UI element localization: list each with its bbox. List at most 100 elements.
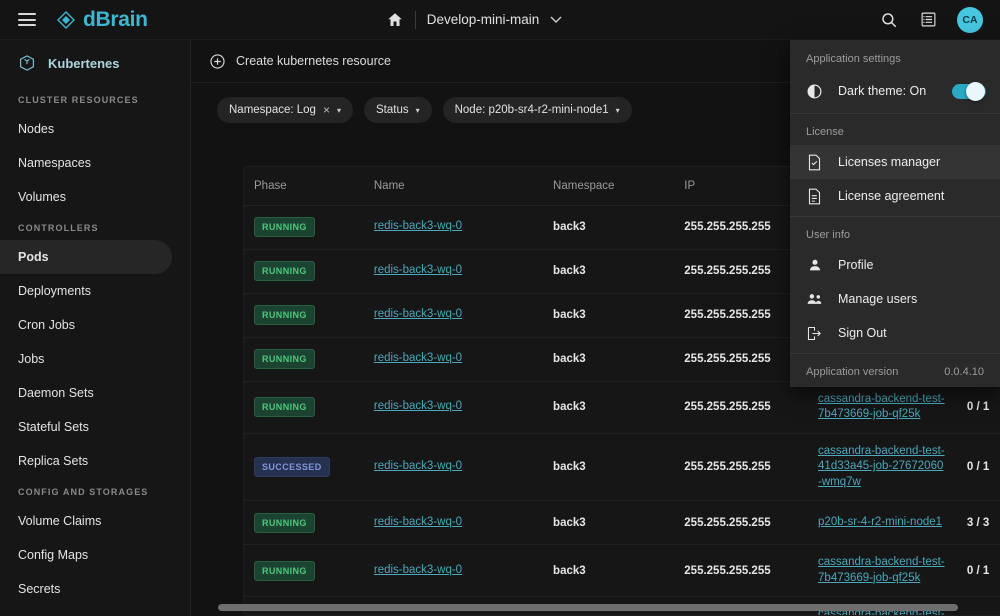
dark-theme-switch[interactable]: [952, 81, 986, 101]
column-header-name[interactable]: Name: [363, 167, 544, 206]
cell-namespace: back3: [543, 205, 675, 250]
cell-name: redis-back3-wq-0: [363, 337, 544, 382]
cell-node: cassandra-backend-test-7b473669-job-qf25…: [808, 381, 957, 434]
sidebar-item-cron-jobs[interactable]: Cron Jobs: [0, 308, 172, 342]
sidebar-nav: CLUSTER RESOURCES Nodes Namespaces Volumes C…: [0, 86, 190, 616]
scrollbar-thumb[interactable]: [218, 604, 958, 611]
filter-chip-0[interactable]: Namespace: Log × ▾: [217, 97, 353, 123]
sidebar-item-nodes[interactable]: Nodes: [0, 112, 172, 146]
cell-ip: 255.255.255.255: [674, 337, 809, 382]
sidebar-item-label: Replica Sets: [18, 454, 89, 468]
sidebar-item-deployments[interactable]: Deployments: [0, 274, 172, 308]
cell-node: cassandra-backend-test-7b473669-job-qf25…: [808, 544, 957, 598]
sidebar-item-volumes[interactable]: Volumes: [0, 180, 172, 214]
sidebar-item-config-maps[interactable]: Config Maps: [0, 538, 172, 572]
menu-item-label: Profile: [838, 258, 874, 272]
menu-item-manage-users[interactable]: Manage users: [790, 282, 1000, 316]
table-row[interactable]: RUNNING redis-back3-wq-0 back3 255.255.255.…: [244, 544, 1000, 598]
column-header-phase[interactable]: Phase: [244, 167, 364, 206]
horizontal-scrollbar[interactable]: [218, 604, 988, 611]
filter-chip-label: Node: p20b-sr4-r2-mini-node1: [454, 104, 609, 116]
dark-theme-toggle-row[interactable]: Dark theme: On: [790, 72, 1000, 110]
cell-ready: 0 / 1: [956, 433, 1000, 502]
document-icon: [806, 188, 823, 205]
pod-name-link[interactable]: redis-back3-wq-0: [374, 307, 462, 323]
pod-name-link[interactable]: redis-back3-wq-0: [374, 515, 462, 531]
sidebar-item-namespaces[interactable]: Namespaces: [0, 146, 172, 180]
menu-item-licenses-manager[interactable]: Licenses manager: [790, 145, 1000, 179]
filter-chip-2[interactable]: Node: p20b-sr4-r2-mini-node1 ▾: [442, 97, 632, 123]
pod-name-link[interactable]: redis-back3-wq-0: [374, 219, 462, 235]
status-badge: RUNNING: [254, 217, 315, 237]
create-resource-label[interactable]: Create kubernetes resource: [236, 54, 391, 68]
filter-chip-remove-icon[interactable]: ×: [323, 103, 330, 117]
sidebar-item-label: Cron Jobs: [18, 318, 75, 332]
table-row[interactable]: RUNNING redis-back3-wq-0 back3 255.255.255.…: [244, 381, 1000, 434]
cell-namespace: back3: [543, 293, 675, 338]
pod-name-link[interactable]: redis-back3-wq-0: [374, 459, 462, 475]
cell-ip: 255.255.255.255: [674, 293, 809, 338]
sidebar-item-label: Pods: [18, 250, 49, 264]
brand-logo-link[interactable]: dBrain: [56, 8, 148, 32]
cell-node: p20b-sr-4-r2-mini-node1: [808, 500, 957, 546]
project-name[interactable]: Develop-mini-main: [427, 12, 540, 27]
chevron-down-icon[interactable]: ▾: [416, 106, 420, 115]
chevron-down-icon[interactable]: ▾: [337, 106, 341, 115]
pod-name-link[interactable]: redis-back3-wq-0: [374, 563, 462, 579]
chevron-down-icon[interactable]: [550, 16, 562, 24]
node-name-link[interactable]: cassandra-backend-test-7b473669-job-qf25…: [818, 392, 947, 423]
menu-item-label: License agreement: [838, 189, 945, 203]
sidebar-item-secrets[interactable]: Secrets: [0, 572, 172, 606]
pod-name-link[interactable]: redis-back3-wq-0: [374, 263, 462, 279]
top-app-bar: dBrain Develop-mini-main CA: [0, 0, 1000, 40]
hamburger-icon[interactable]: [18, 13, 36, 26]
pod-name-link[interactable]: redis-back3-wq-0: [374, 399, 462, 415]
menu-section-license: License: [806, 126, 844, 138]
sidebar-item-volume-claims[interactable]: Volume Claims: [0, 504, 172, 538]
sidebar-item-label: Jobs: [18, 352, 45, 366]
node-name-link[interactable]: cassandra-backend-test-7b473669-job-qf25…: [818, 555, 947, 586]
menu-item-profile[interactable]: Profile: [790, 248, 1000, 282]
people-icon: [806, 291, 823, 308]
table-row[interactable]: RUNNING redis-back3-wq-0 back3 255.255.255.…: [244, 500, 1000, 546]
avatar[interactable]: CA: [957, 6, 983, 33]
status-badge: RUNNING: [254, 261, 315, 281]
filter-chip-label: Namespace: Log: [229, 104, 316, 116]
cell-ip: 255.255.255.255: [674, 249, 809, 294]
chevron-down-icon[interactable]: ▾: [616, 106, 620, 115]
menu-section-user-info: User info: [806, 229, 851, 241]
column-header-namespace[interactable]: Namespace: [543, 167, 675, 206]
sidebar-item-jobs[interactable]: Jobs: [0, 342, 172, 376]
cell-name: redis-back3-wq-0: [363, 433, 544, 502]
dark-theme-label: Dark theme: On: [838, 84, 927, 98]
top-bar-actions: CA: [879, 6, 983, 33]
application-version-row: Application version 0.0.4.10: [790, 357, 1000, 387]
sidebar-header-kubernetes[interactable]: Kubertenes: [0, 40, 190, 86]
cell-name: redis-back3-wq-0: [363, 500, 544, 546]
cell-name: redis-back3-wq-0: [363, 381, 544, 434]
menu-item-license-agreement[interactable]: License agreement: [790, 179, 1000, 213]
switch-knob: [966, 81, 985, 101]
node-name-link[interactable]: p20b-sr-4-r2-mini-node1: [818, 515, 942, 531]
list-icon[interactable]: [918, 10, 938, 30]
cell-phase: RUNNING: [244, 381, 364, 434]
pod-name-link[interactable]: redis-back3-wq-0: [374, 351, 462, 367]
search-icon[interactable]: [879, 10, 899, 30]
sidebar-section-title: CONFIG AND STORAGES: [18, 487, 149, 497]
menu-item-sign-out[interactable]: Sign Out: [790, 316, 1000, 350]
sidebar-item-daemon-sets[interactable]: Daemon Sets: [0, 376, 172, 410]
column-header-ip[interactable]: IP: [674, 167, 809, 206]
home-icon[interactable]: [386, 11, 404, 29]
cell-ready: 0 / 1: [956, 381, 1000, 434]
plus-circle-icon[interactable]: [209, 53, 226, 70]
sidebar-item-replica-sets[interactable]: Replica Sets: [0, 444, 172, 478]
cell-phase: RUNNING: [244, 293, 364, 338]
filter-chip-1[interactable]: Status ▾: [363, 97, 432, 123]
table-row[interactable]: SUCCESSED redis-back3-wq-0 back3255.255.25…: [244, 433, 1000, 502]
logout-icon: [806, 325, 823, 342]
sidebar-item-pods[interactable]: Pods: [0, 240, 172, 274]
application-settings-menu: Application settings Dark theme: On Lice…: [790, 40, 1000, 387]
sidebar-item-stateful-sets[interactable]: Stateful Sets: [0, 410, 172, 444]
cell-namespace: back3: [543, 500, 675, 546]
node-name-link[interactable]: cassandra-backend-test-41d33a45-job-2767…: [818, 444, 947, 491]
